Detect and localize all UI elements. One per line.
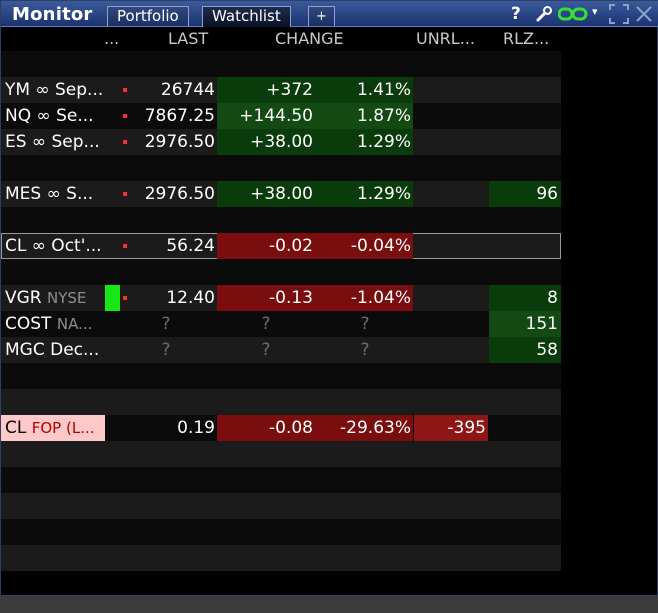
change-value: +372 — [217, 77, 315, 103]
table-row[interactable] — [1, 467, 561, 493]
symbol-cell[interactable]: VGR NYSE — [5, 285, 117, 311]
last-price: 2976.50 — [144, 132, 215, 152]
tab-portfolio[interactable]: Portfolio — [107, 6, 189, 26]
symbol-label: COST — [5, 314, 52, 334]
symbol-label: MES ∞ S... — [5, 184, 94, 204]
last-price: 26744 — [160, 80, 215, 100]
tab-watchlist[interactable]: Watchlist — [202, 6, 291, 27]
add-tab-button[interactable]: + — [308, 6, 335, 26]
symbol-cell[interactable]: CL ∞ Oct'... — [5, 233, 117, 259]
symbol-cell[interactable]: YM ∞ Sep... — [5, 77, 117, 103]
last-price: 12.40 — [166, 288, 215, 308]
change-percent: 1.29% — [315, 129, 413, 155]
change-value: +38.00 — [217, 181, 315, 207]
realized-pnl: 58 — [489, 337, 561, 363]
table-row[interactable]: ES ∞ Sep... 2976.50 +38.00 1.29% — [1, 129, 561, 155]
table-row[interactable]: COST NA... ? ? ? 151 — [1, 311, 561, 337]
symbol-label: MGC Dec... — [5, 340, 100, 360]
last-price: ? — [161, 314, 171, 334]
column-header-realized[interactable]: RLZ... — [503, 29, 549, 48]
link-icon[interactable] — [557, 6, 588, 26]
watchlist-table: YM ∞ Sep... 26744 +372 1.41% NQ ∞ Se... … — [1, 51, 561, 571]
column-header-row: ... LAST CHANGE UNRL... RLZ... — [1, 27, 561, 49]
table-row[interactable] — [1, 545, 561, 571]
status-dot-icon — [123, 114, 127, 118]
change-percent: ? — [360, 314, 370, 334]
change-percent: -1.04% — [315, 285, 413, 311]
column-header-unrealized[interactable]: UNRL... — [416, 29, 475, 48]
dropdown-caret-icon[interactable]: ▾ — [592, 5, 598, 18]
symbol-label: CL — [5, 418, 27, 438]
table-row[interactable]: MES ∞ S... 2976.50 +38.00 1.29% 96 — [1, 181, 561, 207]
table-row[interactable]: MGC Dec... ? ? ? 58 — [1, 337, 561, 363]
expand-icon[interactable] — [609, 4, 629, 28]
status-dot-icon — [123, 140, 127, 144]
app-title: Monitor — [12, 4, 93, 25]
change-percent: 1.29% — [315, 181, 413, 207]
table-row[interactable] — [1, 155, 561, 181]
close-icon[interactable] — [634, 4, 654, 28]
realized-pnl: 151 — [489, 311, 561, 337]
status-dot-icon — [123, 296, 127, 300]
exchange-label: NA... — [56, 315, 93, 333]
realized-pnl: 8 — [489, 285, 561, 311]
change-value: -0.08 — [217, 415, 315, 441]
table-row[interactable] — [1, 493, 561, 519]
change-percent: -29.63% — [315, 415, 413, 441]
title-bar: Monitor Portfolio Watchlist + ? ▾ — [1, 1, 658, 27]
exchange-label: FOP (L... — [31, 419, 95, 437]
bottom-strip — [0, 596, 658, 613]
symbol-label: CL ∞ Oct'... — [5, 236, 102, 256]
symbol-cell[interactable]: MES ∞ S... — [5, 181, 117, 207]
last-price: 56.24 — [166, 236, 215, 256]
wrench-icon[interactable] — [535, 5, 553, 27]
change-percent: -0.04% — [315, 233, 413, 259]
symbol-cell[interactable]: COST NA... — [5, 311, 105, 337]
table-row[interactable] — [1, 441, 561, 467]
change-value: +38.00 — [217, 129, 315, 155]
table-row[interactable] — [1, 519, 561, 545]
table-row[interactable]: NQ ∞ Se... 7867.25 +144.50 1.87% — [1, 103, 561, 129]
change-value: -0.02 — [217, 233, 315, 259]
table-row[interactable] — [1, 51, 561, 77]
symbol-cell[interactable]: NQ ∞ Se... — [5, 103, 117, 129]
symbol-label: VGR — [5, 288, 42, 308]
change-percent: ? — [360, 340, 370, 360]
status-dot-icon — [123, 88, 127, 92]
symbol-cell[interactable]: MGC Dec... — [5, 337, 117, 363]
realized-pnl: 96 — [489, 181, 561, 207]
exchange-label: NYSE — [47, 289, 87, 307]
change-value: ? — [261, 340, 271, 360]
table-row[interactable] — [1, 389, 561, 415]
last-price: 7867.25 — [144, 106, 215, 126]
change-value: ? — [261, 314, 271, 334]
column-header-change[interactable]: CHANGE — [275, 29, 344, 48]
change-value: -0.13 — [217, 285, 315, 311]
change-percent: 1.87% — [315, 103, 413, 129]
change-percent: 1.41% — [315, 77, 413, 103]
table-row[interactable] — [1, 363, 561, 389]
last-price: 0.19 — [177, 418, 215, 438]
last-price: 2976.50 — [144, 184, 215, 204]
status-dot-icon — [123, 244, 127, 248]
table-row[interactable]: CL FOP (L... 0.19 -0.08 -29.63% -395 — [1, 415, 561, 441]
symbol-cell[interactable]: CL FOP (L... — [1, 415, 105, 441]
table-row[interactable] — [1, 207, 561, 233]
table-row[interactable]: YM ∞ Sep... 26744 +372 1.41% — [1, 77, 561, 103]
column-header-symbol[interactable]: ... — [104, 29, 119, 48]
change-value: +144.50 — [217, 103, 315, 129]
symbol-label: NQ ∞ Se... — [5, 106, 94, 126]
symbol-label: YM ∞ Sep... — [5, 80, 104, 100]
status-dot-icon — [123, 192, 127, 196]
monitor-window: Monitor Portfolio Watchlist + ? ▾ ... LA… — [0, 0, 658, 596]
symbol-cell[interactable]: ES ∞ Sep... — [5, 129, 117, 155]
last-price: ? — [161, 340, 171, 360]
column-header-last[interactable]: LAST — [168, 29, 208, 48]
table-row[interactable]: VGR NYSE 12.40 -0.13 -1.04% 8 — [1, 285, 561, 337]
symbol-label: ES ∞ Sep... — [5, 132, 100, 152]
table-row-selected[interactable]: CL ∞ Oct'... 56.24 -0.02 -0.04% — [1, 233, 561, 259]
help-icon[interactable]: ? — [511, 4, 521, 24]
unrealized-pnl: -395 — [414, 415, 488, 441]
table-row[interactable] — [1, 259, 561, 285]
